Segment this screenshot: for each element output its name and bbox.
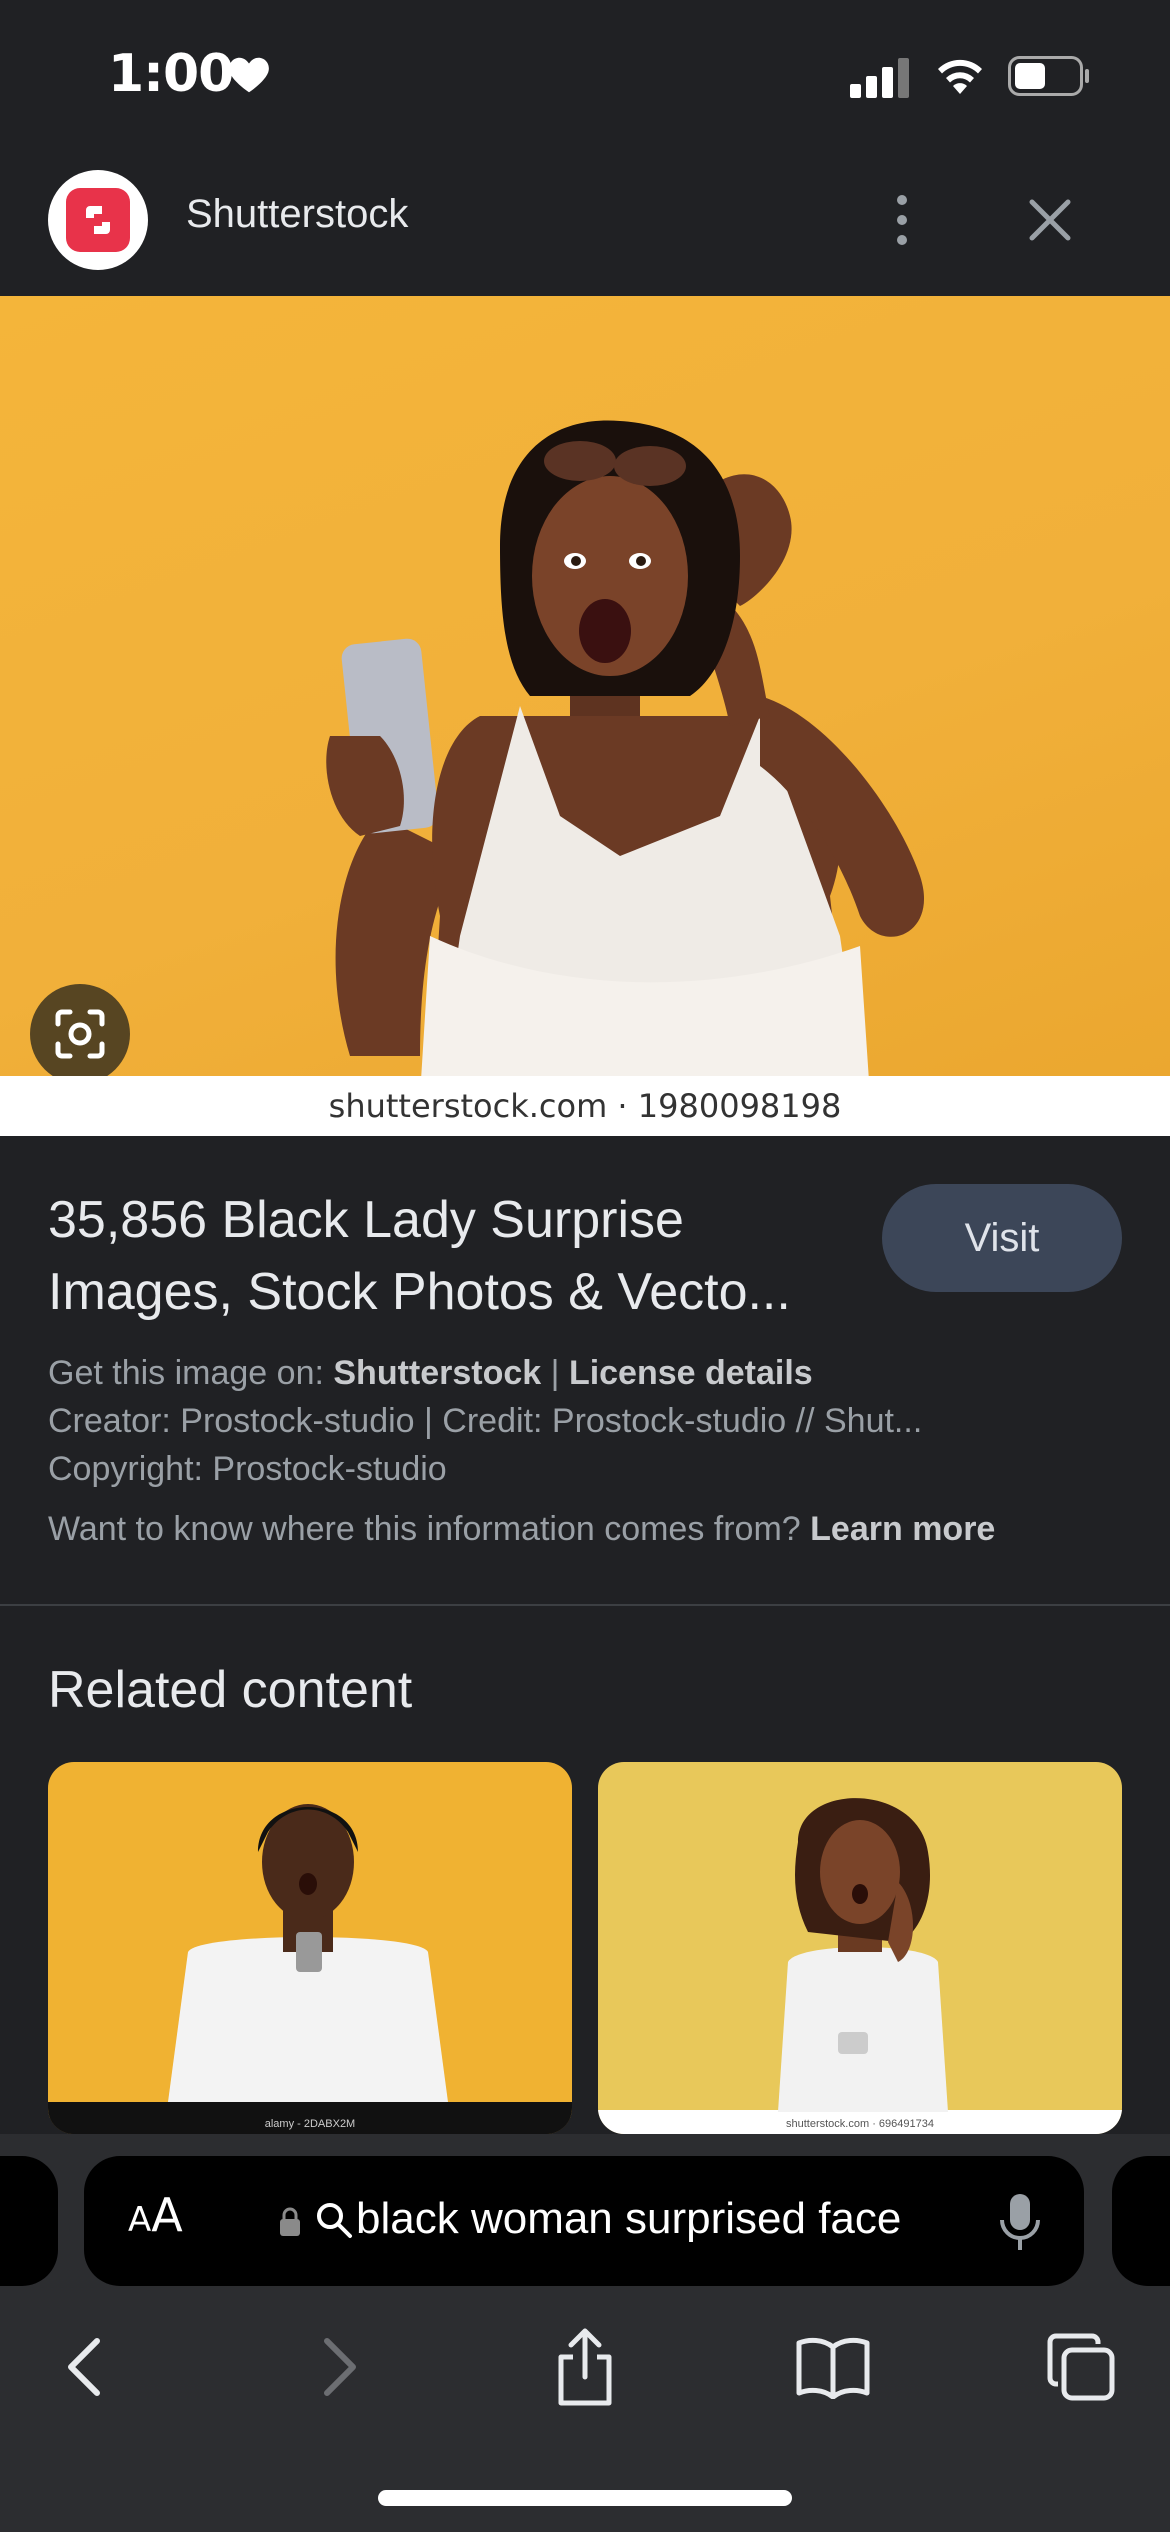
url-text[interactable]: black woman surprised face <box>356 2194 901 2244</box>
result-title-line2[interactable]: Images, Stock Photos & Vecto... <box>48 1256 848 1328</box>
close-icon[interactable] <box>1020 190 1080 250</box>
related-thumbnail-caption: alamy - 2DABX2M <box>48 2118 572 2134</box>
get-image-prefix: Get this image on: <box>48 1354 334 1392</box>
back-icon[interactable] <box>40 2322 130 2412</box>
lock-icon <box>280 2207 300 2236</box>
hero-image-caption: shutterstock.com · 1980098198 <box>0 1076 1170 1136</box>
related-thumbnail-caption: shutterstock.com · 696491734 <box>786 2118 934 2130</box>
info-question: Want to know where this information come… <box>48 1510 811 1548</box>
source-link[interactable]: Shutterstock <box>333 1354 541 1392</box>
search-icon <box>317 2203 352 2238</box>
divider <box>0 1604 1170 1606</box>
info-source-line: Want to know where this information come… <box>48 1510 995 1549</box>
text-size-button[interactable]: AA <box>128 2188 183 2242</box>
google-lens-icon[interactable] <box>30 984 130 1084</box>
get-image-line: Get this image on: Shutterstock | Licens… <box>48 1354 813 1393</box>
next-tab-preview[interactable] <box>1112 2156 1170 2286</box>
share-icon[interactable] <box>540 2322 630 2412</box>
forward-icon[interactable] <box>294 2322 384 2412</box>
site-name[interactable]: Shutterstock <box>186 192 408 237</box>
related-thumbnail[interactable]: shutterstock.com · 696491734 <box>598 1762 1122 2134</box>
cellular-signal-icon <box>850 58 909 98</box>
visit-button[interactable]: Visit <box>882 1184 1122 1292</box>
tabs-icon[interactable] <box>1036 2322 1126 2412</box>
home-indicator[interactable] <box>378 2490 792 2506</box>
learn-more-link[interactable]: Learn more <box>810 1510 995 1548</box>
copyright-line: Copyright: Prostock-studio <box>48 1450 447 1488</box>
heart-icon <box>229 57 269 93</box>
shutterstock-logo-icon[interactable] <box>48 170 148 270</box>
more-options-icon[interactable] <box>880 190 924 250</box>
source-header <box>0 150 1170 296</box>
text-size-small-label: A <box>128 2200 152 2240</box>
status-time: 1:00 <box>108 44 234 104</box>
result-title[interactable]: 35,856 Black Lady Surprise Images, Stock… <box>48 1184 848 1328</box>
license-details-link[interactable]: License details <box>569 1354 813 1392</box>
related-thumbnail[interactable]: alamy - 2DABX2M <box>48 1762 572 2134</box>
previous-tab-preview[interactable] <box>0 2156 58 2286</box>
hero-image[interactable] <box>0 296 1170 1136</box>
creator-line: Creator: Prostock-studio | Credit: Prost… <box>48 1402 923 1440</box>
text-size-large-label: A <box>151 2188 183 2242</box>
bookmarks-icon[interactable] <box>788 2322 878 2412</box>
wifi-icon <box>938 59 982 94</box>
related-content-title: Related content <box>48 1661 413 1719</box>
microphone-icon[interactable] <box>998 2190 1042 2254</box>
separator: | <box>541 1354 569 1392</box>
result-title-line1[interactable]: 35,856 Black Lady Surprise <box>48 1184 848 1256</box>
battery-icon <box>1008 56 1089 96</box>
